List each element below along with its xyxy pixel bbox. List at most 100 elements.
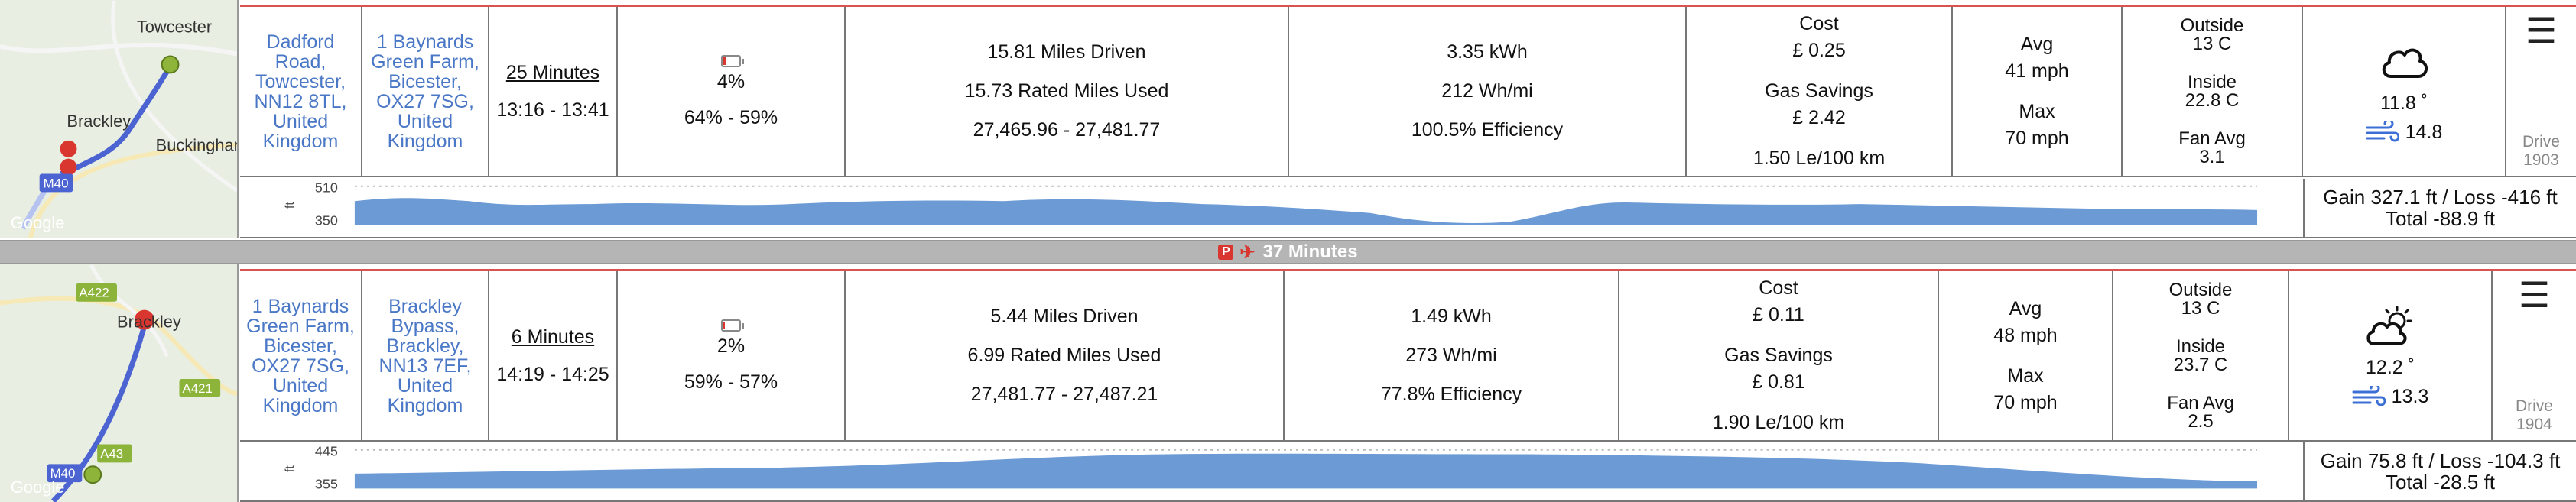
map-label-towcester: Towcester <box>137 18 212 37</box>
speed-cell: Avg 41 mph Max 70 mph <box>1953 7 2123 177</box>
drive-row-1903: Towcester Brackley Buckingham M40 Google… <box>0 0 2576 238</box>
weather-temp: 11.8 ˚ <box>2379 92 2428 114</box>
end-address-link[interactable]: 1 Baynards Green Farm, Bicester, OX27 7S… <box>362 7 489 177</box>
battery-icon <box>721 319 744 332</box>
menu-cell: ☰ Drive 1903 <box>2506 7 2576 177</box>
map-road-badge: M40 <box>44 176 69 190</box>
max-speed: 70 mph <box>1993 391 2058 413</box>
duration-link[interactable]: 6 Minutes <box>512 326 594 348</box>
outside-temp: 13 C <box>2181 297 2220 319</box>
cost-value: £ 0.25 <box>1792 40 1846 61</box>
parking-bar[interactable]: P ✈ 37 Minutes <box>0 240 2576 264</box>
battery-range: 64% - 59% <box>684 106 778 128</box>
elevation-svg: 445 355 ft <box>284 444 2258 492</box>
wind-icon <box>2352 386 2386 406</box>
distance-cell: 15.81 Miles Driven 15.73 Rated Miles Use… <box>846 7 1289 177</box>
wh-per-mile: 212 Wh/mi <box>1441 80 1533 102</box>
wind-speed: 14.8 <box>2405 121 2443 143</box>
battery-range: 59% - 57% <box>684 371 778 393</box>
inside-label: Inside <box>2175 335 2226 357</box>
elev-tick-bottom: 355 <box>315 477 338 492</box>
consumption: 1.50 Le/100 km <box>1753 147 1886 169</box>
battery-percent: 4% <box>716 70 746 92</box>
drive-stats-row: Dadford Road, Towcester, NN12 8TL, Unite… <box>240 5 2576 177</box>
gas-savings-value: £ 0.81 <box>1752 371 1805 393</box>
fan-value: 2.5 <box>2188 410 2214 432</box>
climate-cell: Outside 13 C Inside 22.8 C Fan Avg 3.1 <box>2123 7 2303 177</box>
elevation-row: 510 350 ft Gain 327.1 ft / Loss -416 ft … <box>240 179 2576 238</box>
time-range: 14:19 - 14:25 <box>496 363 609 385</box>
cost-cell: Cost £ 0.25 Gas Savings £ 2.42 1.50 Le/1… <box>1687 7 1953 177</box>
partly-cloudy-icon <box>2366 306 2412 345</box>
drive-id: Drive 1903 <box>2522 133 2560 170</box>
duration-link[interactable]: 25 Minutes <box>506 62 599 83</box>
avg-label: Avg <box>2020 33 2054 55</box>
menu-cell: ☰ Drive 1904 <box>2493 271 2576 442</box>
parking-icon: P <box>1218 245 1234 260</box>
drive-stats-row: 1 Baynards Green Farm, Bicester, OX27 7S… <box>240 269 2576 442</box>
avg-speed: 41 mph <box>2005 60 2069 82</box>
map-label-brackley: Brackley <box>67 112 131 131</box>
odometer-range: 27,465.96 - 27,481.77 <box>973 119 1161 141</box>
max-label: Max <box>2019 100 2055 122</box>
time-range: 13:16 - 13:41 <box>496 99 609 121</box>
battery-cell: 2% 59% - 57% <box>618 271 846 442</box>
energy-used: 1.49 kWh <box>1411 306 1492 327</box>
elevation-total: Total -28.5 ft <box>2385 471 2496 494</box>
route-map[interactable]: Brackley A422 A421 A43 M40 Google <box>0 264 239 502</box>
wind: 13.3 <box>2352 385 2429 407</box>
hamburger-menu-icon[interactable]: ☰ <box>2519 277 2550 313</box>
start-address-link[interactable]: Dadford Road, Towcester, NN12 8TL, Unite… <box>240 7 362 177</box>
fan-value: 3.1 <box>2199 146 2225 167</box>
inside-label: Inside <box>2187 71 2237 92</box>
start-address-link[interactable]: 1 Baynards Green Farm, Bicester, OX27 7S… <box>240 271 362 442</box>
map-road-badge-a421: A421 <box>182 381 212 396</box>
weather-temp: 12.2 ˚ <box>2366 357 2415 378</box>
map-label-brackley: Brackley <box>117 312 181 331</box>
odometer-range: 27,481.77 - 27,487.21 <box>970 384 1158 405</box>
energy-cell: 3.35 kWh 212 Wh/mi 100.5% Efficiency <box>1289 7 1687 177</box>
gain-loss: Gain 327.1 ft / Loss -416 ft <box>2323 186 2558 209</box>
outside-label: Outside <box>2168 279 2233 300</box>
elev-tick-top: 510 <box>315 180 338 196</box>
map-road-badge-a422: A422 <box>79 286 109 300</box>
hamburger-menu-icon[interactable]: ☰ <box>2526 13 2557 48</box>
weather-cell: 11.8 ˚ 14.8 <box>2303 7 2506 177</box>
fan-label: Fan Avg <box>2167 392 2234 413</box>
inside-temp: 23.7 C <box>2173 354 2228 375</box>
cost-cell: Cost £ 0.11 Gas Savings £ 0.81 1.90 Le/1… <box>1619 271 1939 442</box>
consumption: 1.90 Le/100 km <box>1712 412 1845 433</box>
end-address-link[interactable]: Brackley Bypass, Brackley, NN13 7EF, Uni… <box>362 271 489 442</box>
wh-per-mile: 273 Wh/mi <box>1405 345 1497 366</box>
fan-label: Fan Avg <box>2178 128 2246 149</box>
drive-label: Drive <box>2515 397 2553 415</box>
cost-value: £ 0.11 <box>1753 304 1804 325</box>
duration-cell: 25 Minutes 13:16 - 13:41 <box>489 7 618 177</box>
miles-driven: 15.81 Miles Driven <box>987 41 1146 63</box>
gas-savings-value: £ 2.42 <box>1792 107 1846 128</box>
rated-miles: 15.73 Rated Miles Used <box>964 80 1169 102</box>
elev-axis-unit: ft <box>284 465 297 472</box>
energy-used: 3.35 kWh <box>1447 41 1528 63</box>
rated-miles: 6.99 Rated Miles Used <box>967 345 1161 366</box>
wind-speed: 13.3 <box>2391 385 2429 407</box>
battery-cell: 4% 64% - 59% <box>618 7 846 177</box>
elevation-chart[interactable]: 445 355 ft <box>240 442 2305 500</box>
elev-tick-top: 445 <box>315 444 338 459</box>
elevation-summary: Gain 327.1 ft / Loss -416 ft Total -88.9… <box>2305 179 2576 237</box>
elev-axis-unit: ft <box>284 202 297 209</box>
plug-icon: ✈ <box>1239 241 1256 263</box>
drive-number: 1903 <box>2523 151 2559 169</box>
route-map-svg: Towcester Brackley Buckingham M40 Google <box>0 0 237 238</box>
avg-speed: 48 mph <box>1993 324 2058 346</box>
battery-percent: 2% <box>716 335 746 357</box>
energy-cell: 1.49 kWh 273 Wh/mi 77.8% Efficiency <box>1285 271 1619 442</box>
route-map[interactable]: Towcester Brackley Buckingham M40 Google <box>0 0 239 238</box>
cloud-icon <box>2382 48 2428 78</box>
map-watermark: Google <box>11 213 64 232</box>
efficiency-percent: 100.5% Efficiency <box>1411 119 1564 141</box>
elevation-row: 445 355 ft Gain 75.8 ft / Loss -104.3 ft… <box>240 442 2576 502</box>
elevation-chart[interactable]: 510 350 ft <box>240 179 2305 237</box>
map-watermark: Google <box>11 478 64 497</box>
cost-label: Cost <box>1799 13 1839 34</box>
